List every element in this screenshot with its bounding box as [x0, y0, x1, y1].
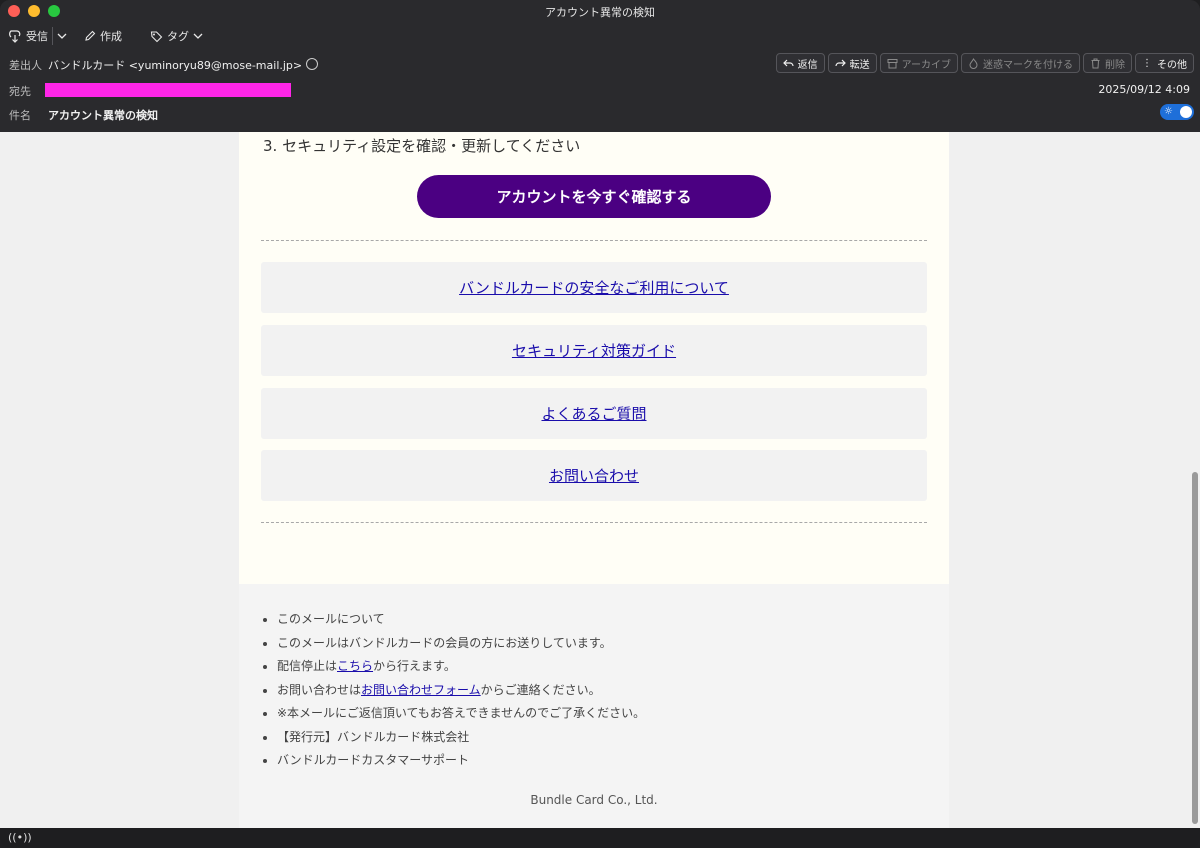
tag-button[interactable]: タグ: [150, 27, 207, 45]
sun-icon: ☼: [1164, 106, 1173, 117]
title-bar: アカウント異常の検知: [0, 0, 1200, 22]
reply-button[interactable]: 返信: [775, 53, 825, 73]
tag-label: タグ: [167, 30, 189, 43]
compose-button[interactable]: 作成: [84, 27, 122, 45]
receive-button[interactable]: 受信: [8, 27, 48, 45]
pencil-icon: [85, 30, 96, 41]
to-row: 宛先 2025/09/12 4:09: [0, 78, 1200, 102]
message-actions: 返信 転送 アーカイブ 迷惑マークを付ける 削除 ⋮ その他: [775, 53, 1194, 73]
recipient-redaction: [45, 83, 291, 97]
window-title: アカウント異常の検知: [545, 6, 655, 19]
list-item: 配信停止はこちらから行えます。: [277, 655, 645, 679]
verify-account-button[interactable]: アカウントを今すぐ確認する: [417, 175, 771, 218]
list-item: バンドルカードカスタマーサポート: [277, 749, 645, 773]
subject-row: 件名 アカウント異常の検知: [0, 102, 1200, 126]
to-label: 宛先: [9, 85, 31, 98]
list-item: このメールはバンドルカードの会員の方にお送りしています。: [277, 632, 645, 656]
tag-icon: [150, 30, 163, 42]
link-faq-text[interactable]: よくあるご質問: [541, 403, 646, 424]
more-button[interactable]: ⋮ その他: [1135, 53, 1194, 73]
date-label: 2025/09/12 4:09: [1098, 83, 1190, 96]
dark-mode-toggle[interactable]: ☼: [1160, 104, 1194, 120]
copyright: Bundle Card Co., Ltd.: [530, 793, 658, 807]
contact-icon[interactable]: [305, 58, 318, 70]
footer-list: このメールについて このメールはバンドルカードの会員の方にお送りしています。 配…: [259, 608, 645, 773]
forward-button[interactable]: 転送: [827, 53, 877, 73]
from-label: 差出人: [9, 59, 42, 72]
link-safe-usage[interactable]: バンドルカードの安全なご利用について: [261, 262, 927, 313]
more-icon: ⋮: [1142, 57, 1152, 69]
message-viewport: 3. セキュリティ設定を確認・更新してください アカウントを今すぐ確認する バン…: [0, 132, 1200, 828]
chevron-down-icon: [57, 33, 67, 39]
link-security-guide[interactable]: セキュリティ対策ガイド: [261, 325, 927, 376]
divider: [261, 522, 927, 523]
link-safe-usage-text[interactable]: バンドルカードの安全なご利用について: [459, 277, 729, 298]
reply-icon: [782, 59, 794, 66]
delete-button[interactable]: 削除: [1083, 53, 1132, 73]
forward-icon: [834, 59, 846, 66]
toggle-knob: [1180, 106, 1192, 118]
chevron-down-icon: [193, 33, 203, 39]
scrollbar[interactable]: [1192, 472, 1198, 824]
receive-dropdown[interactable]: [52, 27, 71, 45]
flame-icon: [969, 57, 978, 69]
list-item: お問い合わせはお問い合わせフォームからご連絡ください。: [277, 679, 645, 703]
step-3-text: 3. セキュリティ設定を確認・更新してください: [263, 137, 581, 155]
junk-button[interactable]: 迷惑マークを付ける: [961, 53, 1080, 73]
unsubscribe-link[interactable]: こちら: [337, 659, 373, 673]
mail-window: アカウント異常の検知 受信 作成 タグ 差出人 バンドルカード <yuminor…: [0, 0, 1200, 848]
contact-form-link[interactable]: お問い合わせフォーム: [361, 683, 481, 697]
link-contact-text[interactable]: お問い合わせ: [549, 465, 639, 486]
link-security-guide-text[interactable]: セキュリティ対策ガイド: [512, 340, 676, 361]
from-value[interactable]: バンドルカード <yuminoryu89@mose-mail.jp>: [48, 57, 318, 73]
subject-value: アカウント異常の検知: [48, 109, 158, 122]
email-footer: このメールについて このメールはバンドルカードの会員の方にお送りしています。 配…: [239, 584, 949, 828]
trash-icon: [1091, 58, 1100, 68]
list-item: 【発行元】バンドルカード株式会社: [277, 726, 645, 750]
activity-icon[interactable]: ((•)): [8, 831, 32, 844]
link-faq[interactable]: よくあるご質問: [261, 388, 927, 439]
subject-label: 件名: [9, 109, 31, 122]
email-body: 3. セキュリティ設定を確認・更新してください アカウントを今すぐ確認する バン…: [239, 132, 949, 584]
archive-icon: [887, 58, 898, 68]
receive-label: 受信: [26, 30, 48, 43]
list-item: ※本メールにご返信頂いてもお答えできませんのでご了承ください。: [277, 702, 645, 726]
email-container: 3. セキュリティ設定を確認・更新してください アカウントを今すぐ確認する バン…: [239, 132, 949, 828]
link-contact[interactable]: お問い合わせ: [261, 450, 927, 501]
receive-icon: [9, 30, 21, 43]
status-bar: ((•)): [0, 828, 1200, 848]
archive-button[interactable]: アーカイブ: [879, 53, 958, 73]
toolbar: 受信 作成 タグ: [0, 22, 1200, 50]
divider: [261, 240, 927, 241]
compose-label: 作成: [100, 30, 122, 43]
list-item: このメールについて: [277, 608, 645, 632]
